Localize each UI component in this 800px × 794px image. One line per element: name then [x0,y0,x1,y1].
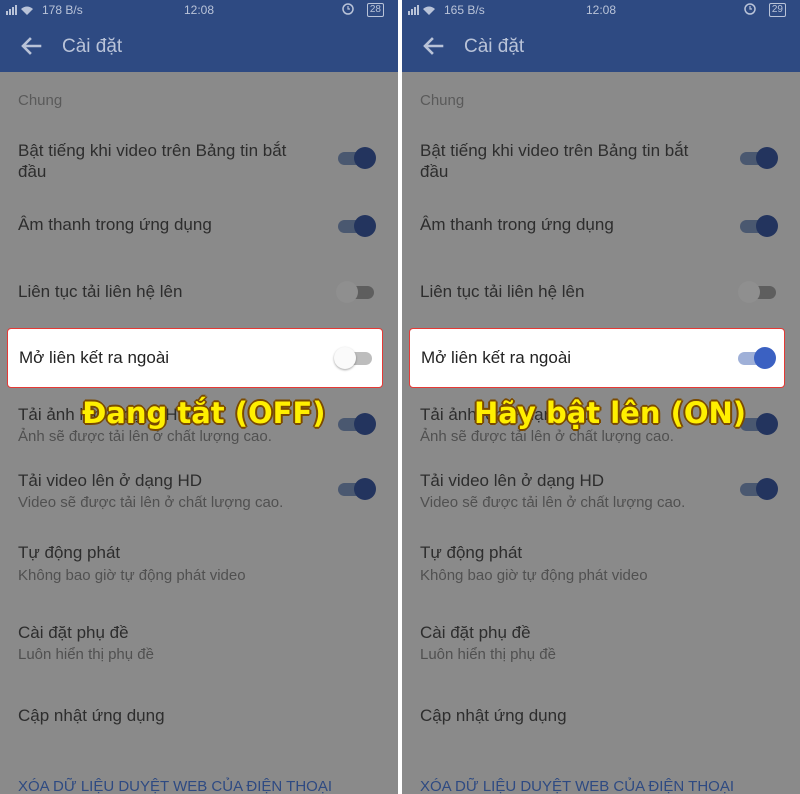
toggle-switch[interactable] [336,146,376,170]
setting-title: Cài đặt phụ đề [420,623,531,642]
highlighted-setting-open-links-externally[interactable]: Mở liên kết ra ngoài [409,328,785,388]
setting-title: Âm thanh trong ứng dụng [420,215,614,234]
toggle-switch[interactable] [738,146,778,170]
toggle-switch[interactable] [336,280,376,304]
phone-screenshot-right: 165 B/s 12:08 29 Cài đặt Chung Bật tiếng… [402,0,800,794]
setting-title: Tải video lên ở dạng HD [18,471,203,490]
toggle-switch[interactable] [336,214,376,238]
toggle-switch[interactable] [738,477,778,501]
arrow-left-icon[interactable] [422,36,444,56]
toggle-switch[interactable] [736,346,776,370]
setting-title: Âm thanh trong ứng dụng [18,215,212,234]
highlighted-setting-open-links-externally[interactable]: Mở liên kết ra ngoài [7,328,383,388]
setting-subtitle: Ảnh sẽ được tải lên ở chất lượng cao. [420,428,674,445]
setting-title: Cài đặt phụ đề [18,623,129,642]
setting-subtitle: Không bao giờ tự động phát video [420,567,648,584]
setting-title: Bật tiếng khi video trên Bảng tin bắt đầ… [420,141,689,181]
setting-subtitle: Ảnh sẽ được tải lên ở chất lượng cao. [18,428,272,445]
toggle-switch[interactable] [738,280,778,304]
setting-subtitle: Luôn hiển thị phụ đề [420,646,556,663]
toggle-switch[interactable] [738,214,778,238]
clear-browsing-data-link[interactable]: XÓA DỮ LIỆU DUYỆT WEB CỦA ĐIỆN THOẠI [420,778,734,794]
toggle-switch[interactable] [336,412,376,436]
setting-title: Mở liên kết ra ngoài [421,348,572,367]
page-title: Cài đặt [62,36,123,57]
setting-title: Liên tục tải liên hệ lên [420,282,585,301]
setting-title: Tự động phát [18,543,121,562]
battery-icon: 29 [768,3,786,17]
status-bar: 178 B/s 12:08 28 [0,0,398,20]
section-header: Chung [18,92,63,109]
setting-title: Tải video lên ở dạng HD [420,471,605,490]
setting-title: Mở liên kết ra ngoài [19,348,170,367]
clock: 12:08 [183,3,215,17]
setting-title: Liên tục tải liên hệ lên [18,282,183,301]
alarm-icon [342,3,354,15]
section-header: Chung [420,92,465,109]
annotation-label: Hãy bật lên (ON) [474,396,747,430]
clock: 12:08 [585,3,617,17]
setting-subtitle: Luôn hiển thị phụ đề [18,646,154,663]
arrow-left-icon[interactable] [20,36,42,56]
setting-subtitle: Không bao giờ tự động phát video [18,567,246,584]
app-bar: Cài đặt [402,20,800,72]
setting-title: Cập nhật ứng dụng [18,706,165,725]
clear-browsing-data-link[interactable]: XÓA DỮ LIỆU DUYỆT WEB CỦA ĐIỆN THOẠI [18,778,332,794]
alarm-icon [744,3,756,15]
page-title: Cài đặt [464,36,525,57]
setting-title: Cập nhật ứng dụng [420,706,567,725]
setting-subtitle: Video sẽ được tải lên ở chất lượng cao. [18,494,284,511]
status-bar: 165 B/s 12:08 29 [402,0,800,20]
setting-subtitle: Video sẽ được tải lên ở chất lượng cao. [420,494,686,511]
phone-screenshot-left: 178 B/s 12:08 28 Cài đặt Chung Bật tiếng… [0,0,398,794]
toggle-switch[interactable] [336,477,376,501]
setting-title: Tự động phát [420,543,523,562]
annotation-label: Đang tắt (OFF) [82,396,326,430]
battery-icon: 28 [366,3,384,17]
app-bar: Cài đặt [0,20,398,72]
toggle-switch[interactable] [334,346,374,370]
setting-title: Bật tiếng khi video trên Bảng tin bắt đầ… [18,141,287,181]
